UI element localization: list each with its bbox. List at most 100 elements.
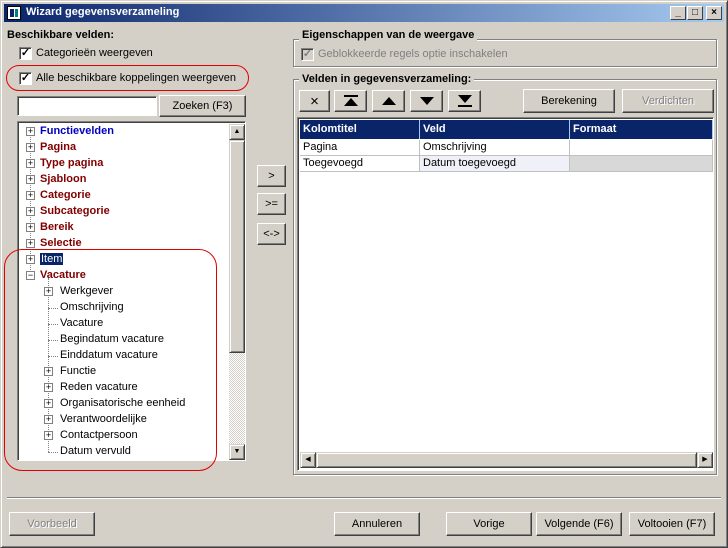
tree-field-item[interactable]: + Verantwoordelijke xyxy=(18,412,228,428)
tree-branch-line xyxy=(48,324,58,325)
tree-category-item[interactable]: + Subcategorie xyxy=(18,204,228,220)
tree-field-item[interactable]: + Contactpersoon xyxy=(18,428,228,444)
blocked-rows-checkbox-label: Geblokkeerde regels optie inschakelen xyxy=(318,48,508,60)
view-properties-label: Eigenschappen van de weergave xyxy=(299,29,478,41)
grid-cell[interactable]: Toegevoegd xyxy=(300,156,420,172)
tree-category-item[interactable]: + Categorie xyxy=(18,188,228,204)
expand-icon[interactable]: + xyxy=(26,127,35,136)
tree-item-label: Type pagina xyxy=(40,157,104,169)
tree-item-label: Werkgever xyxy=(60,285,113,297)
tree-item-label: Categorie xyxy=(40,189,91,201)
previous-button[interactable]: Vorige xyxy=(446,512,532,536)
move-up-button[interactable] xyxy=(372,90,405,112)
tree-category-item[interactable]: + Pagina xyxy=(18,140,228,156)
remove-icon: × xyxy=(310,92,319,110)
title-bar[interactable]: Wizard gegevensverzameling _ □ × xyxy=(4,4,724,22)
remove-field-button[interactable]: × xyxy=(299,90,330,112)
tree-item-label: Bereik xyxy=(40,221,74,233)
calculation-button[interactable]: Berekening xyxy=(523,89,615,113)
tree-branch-line xyxy=(48,356,58,357)
move-down-button[interactable] xyxy=(410,90,443,112)
expand-icon[interactable]: + xyxy=(44,431,53,440)
tree-category-item[interactable]: + Item xyxy=(18,252,228,268)
move-bottom-button[interactable] xyxy=(448,90,481,112)
expand-icon[interactable]: + xyxy=(44,367,53,376)
expand-icon[interactable]: + xyxy=(26,175,35,184)
grid-cell[interactable]: Pagina xyxy=(300,140,420,156)
tree-category-item[interactable]: + Selectie xyxy=(18,236,228,252)
column-header-field[interactable]: Veld xyxy=(420,120,570,139)
tree-field-item[interactable]: Omschrijving xyxy=(18,300,228,316)
tree-field-item[interactable]: Einddatum vacature xyxy=(18,348,228,364)
tree-item-label: Einddatum vacature xyxy=(60,349,158,361)
search-button[interactable]: Zoeken (F3) xyxy=(159,95,246,117)
finish-button[interactable]: Voltooien (F7) xyxy=(629,512,715,536)
maximize-button[interactable]: □ xyxy=(687,6,703,20)
blocked-rows-checkbox: ✓ xyxy=(301,48,314,61)
tree-field-item[interactable]: + Werkgever xyxy=(18,284,228,300)
tree-item-label: Pagina xyxy=(40,141,77,153)
column-header-format[interactable]: Formaat xyxy=(570,120,713,139)
tree-item-label: Contactpersoon xyxy=(60,429,138,441)
expand-icon[interactable]: + xyxy=(44,287,53,296)
search-input[interactable] xyxy=(17,96,157,116)
move-top-icon xyxy=(343,95,358,106)
tree-item-label: Sjabloon xyxy=(40,173,87,185)
expand-icon[interactable]: + xyxy=(26,143,35,152)
tree-field-item[interactable]: Datum vervuld xyxy=(18,444,228,460)
tree-scroll-thumb[interactable] xyxy=(229,140,245,353)
grid-scroll-thumb[interactable] xyxy=(316,452,697,468)
wizard-window: Wizard gegevensverzameling _ □ × Beschik… xyxy=(0,0,728,548)
fields-grid[interactable]: Kolomtitel Veld Formaat Pagina Omschrijv… xyxy=(297,117,714,471)
scroll-down-icon[interactable]: ▼ xyxy=(229,444,245,460)
scroll-right-icon[interactable]: ▶ xyxy=(697,452,713,468)
expand-icon[interactable]: + xyxy=(26,223,35,232)
add-all-button[interactable]: >= xyxy=(257,193,286,215)
next-button[interactable]: Volgende (F6) xyxy=(536,512,622,536)
tree-branch-line xyxy=(48,452,58,453)
grid-cell[interactable] xyxy=(570,140,713,156)
tree-item-label: Organisatorische eenheid xyxy=(60,397,186,409)
move-top-button[interactable] xyxy=(334,90,367,112)
fields-label: Velden in gegevensverzameling: xyxy=(299,73,475,85)
grid-horizontal-scrollbar[interactable]: ◀ ▶ xyxy=(300,452,713,468)
available-fields-tree[interactable]: + Functievelden + Pagina + Type pagina + Sjablo… xyxy=(17,121,246,461)
tree-category-item[interactable]: + Type pagina xyxy=(18,156,228,172)
tree-field-item[interactable]: + Functie xyxy=(18,364,228,380)
expand-icon[interactable]: + xyxy=(26,239,35,248)
categories-checkbox[interactable]: ✓ xyxy=(19,47,32,60)
collapse-icon[interactable]: − xyxy=(26,271,35,280)
tree-category-item[interactable]: + Bereik xyxy=(18,220,228,236)
swap-button[interactable]: <-> xyxy=(257,223,286,245)
expand-icon[interactable]: + xyxy=(26,207,35,216)
tree-category-item[interactable]: + Sjabloon xyxy=(18,172,228,188)
app-icon xyxy=(7,6,21,20)
expand-icon[interactable]: + xyxy=(44,383,53,392)
tree-field-item[interactable]: + Reden vacature xyxy=(18,380,228,396)
tree-field-item[interactable]: Begindatum vacature xyxy=(18,332,228,348)
preview-button: Voorbeeld xyxy=(9,512,95,536)
expand-icon[interactable]: + xyxy=(44,415,53,424)
tree-category-item[interactable]: + Functievelden xyxy=(18,124,228,140)
tree-item-label: Functie xyxy=(60,365,97,377)
grid-cell[interactable]: Omschrijving xyxy=(420,140,570,156)
close-button[interactable]: × xyxy=(706,6,722,20)
grid-cell[interactable] xyxy=(570,156,713,172)
tree-vertical-scrollbar[interactable]: ▲ ▼ xyxy=(229,124,245,460)
scroll-left-icon[interactable]: ◀ xyxy=(300,452,316,468)
column-header-title[interactable]: Kolomtitel xyxy=(300,120,420,139)
expand-icon[interactable]: + xyxy=(44,399,53,408)
tree-field-item[interactable]: + Organisatorische eenheid xyxy=(18,396,228,412)
all-links-checkbox[interactable]: ✓ xyxy=(19,72,32,85)
expand-icon[interactable]: + xyxy=(26,255,35,264)
tree-field-item[interactable]: Vacature xyxy=(18,316,228,332)
tree-branch-line xyxy=(48,340,58,341)
add-field-button[interactable]: > xyxy=(257,165,286,187)
cancel-button[interactable]: Annuleren xyxy=(334,512,420,536)
expand-icon[interactable]: + xyxy=(26,191,35,200)
scroll-up-icon[interactable]: ▲ xyxy=(229,124,245,140)
tree-category-item[interactable]: − Vacature xyxy=(18,268,228,284)
grid-cell[interactable]: Datum toegevoegd xyxy=(420,156,570,172)
minimize-button[interactable]: _ xyxy=(670,6,686,20)
expand-icon[interactable]: + xyxy=(26,159,35,168)
